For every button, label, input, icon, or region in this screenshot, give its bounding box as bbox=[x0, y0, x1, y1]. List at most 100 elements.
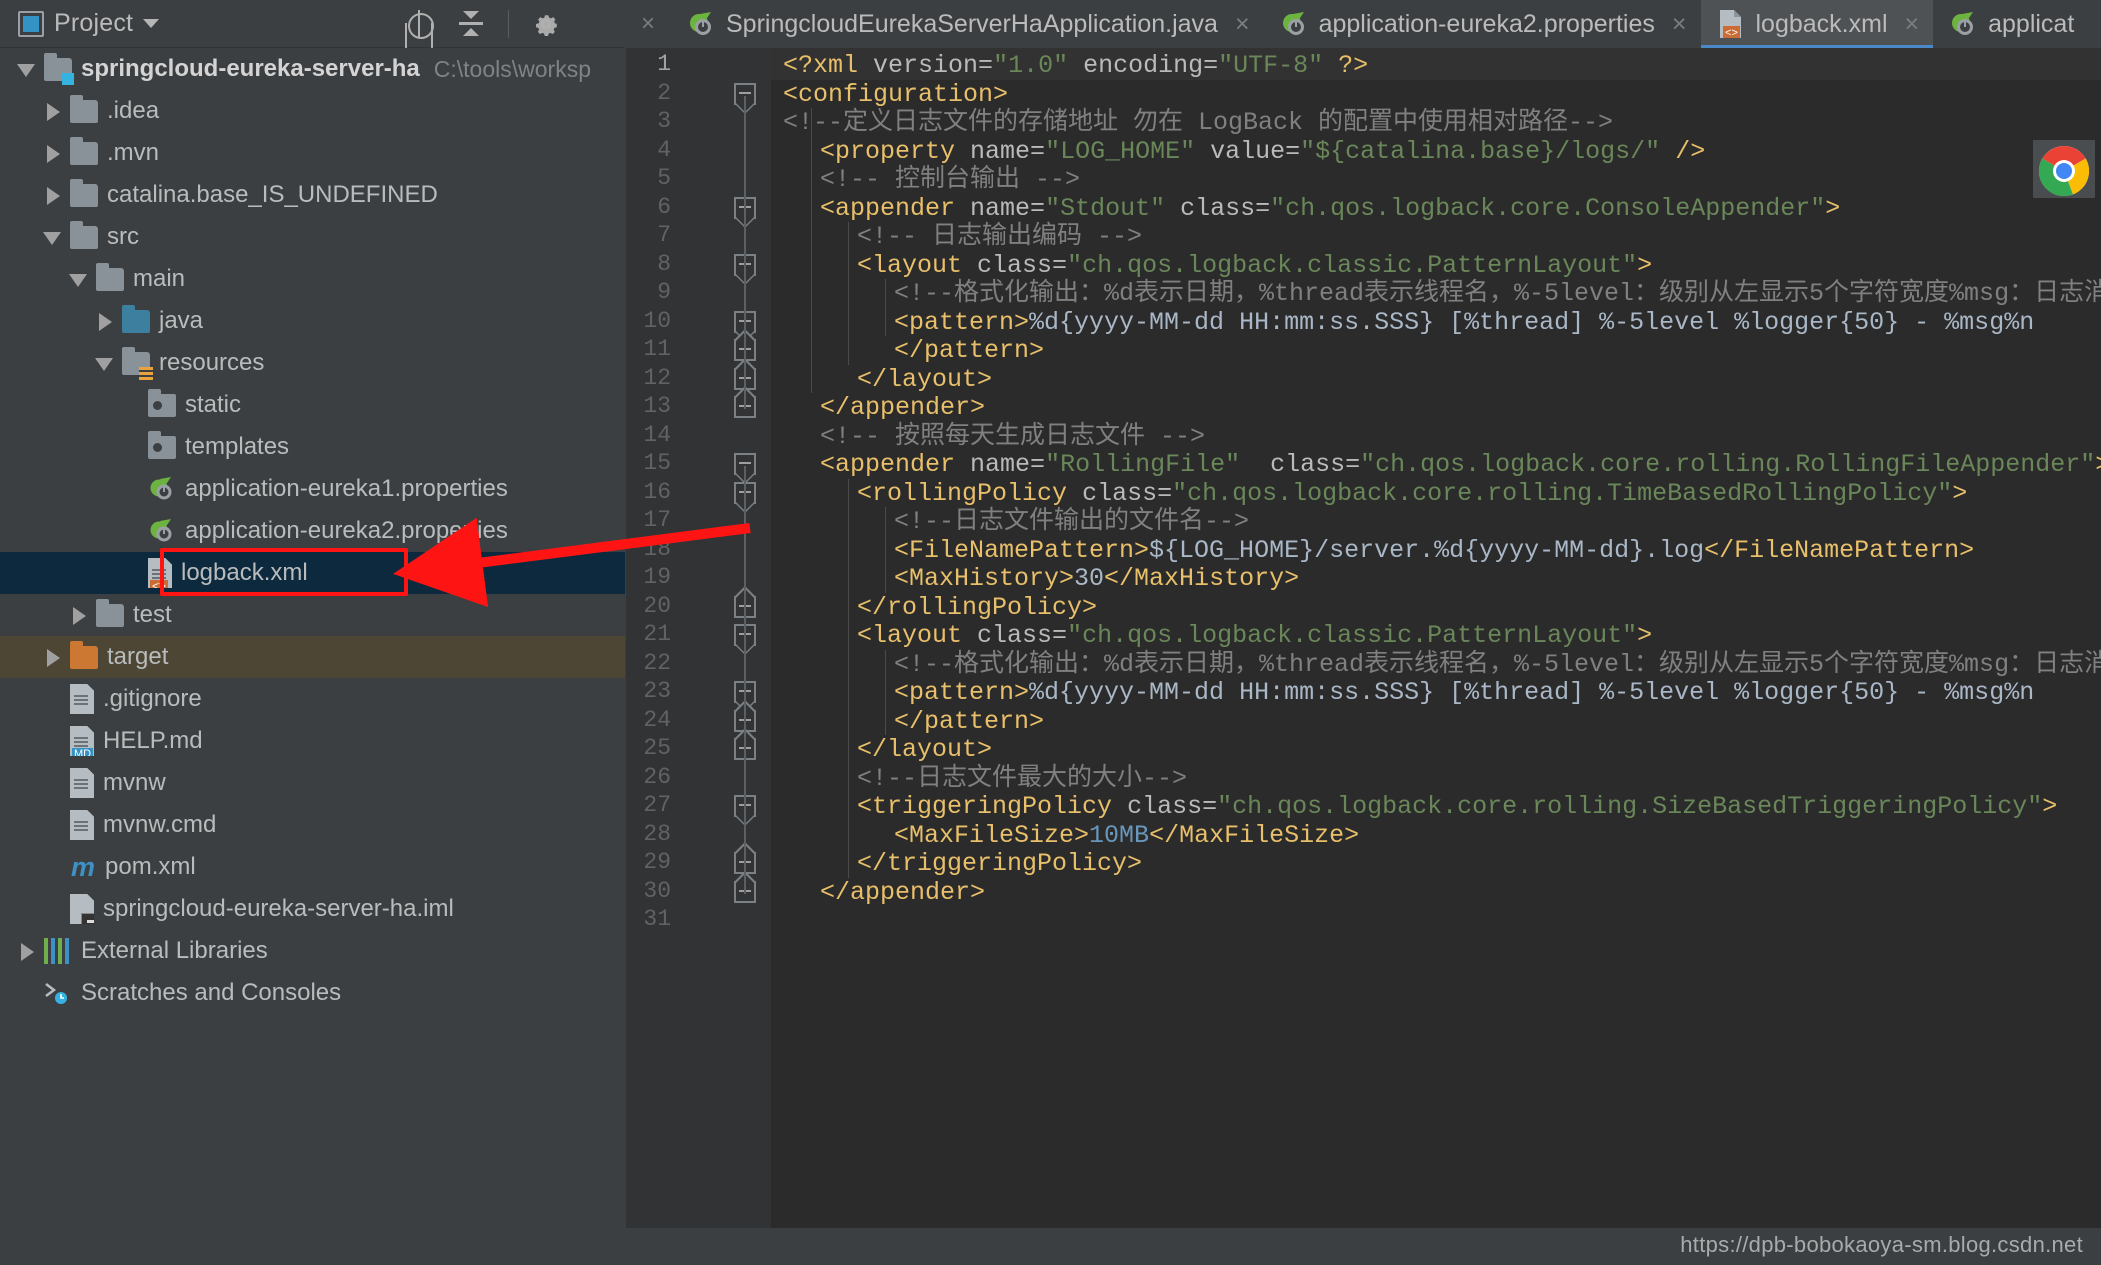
project-tree[interactable]: springcloud-eureka-server-ha C:\tools\wor… bbox=[0, 48, 625, 1265]
excluded-folder-icon bbox=[70, 640, 98, 669]
code-line[interactable]: </layout> bbox=[857, 365, 992, 394]
line-number: 14 bbox=[643, 421, 671, 448]
tree-item-application-eureka1-properties[interactable]: application-eureka1.properties bbox=[0, 468, 625, 510]
code-line[interactable]: <FileNamePattern>${LOG_HOME}/server.%d{y… bbox=[894, 536, 1974, 565]
code-line[interactable]: <!-- 控制台输出 --> bbox=[820, 166, 1080, 194]
tree-item-main[interactable]: main bbox=[0, 258, 625, 300]
tree-item-mvnw-cmd[interactable]: mvnw.cmd bbox=[0, 804, 625, 846]
editor-tab-logback-xml[interactable]: <> logback.xml × bbox=[1700, 0, 1934, 48]
watermark-url: https://dpb-bobokaoya-sm.blog.csdn.net bbox=[1680, 1232, 2083, 1257]
code-line[interactable]: <!--格式化输出：%d表示日期，%thread表示线程名，%-5level：级… bbox=[894, 650, 2101, 679]
code-line[interactable]: <appender name="RollingFile" class="ch.q… bbox=[820, 451, 2101, 479]
tree-item-icon bbox=[148, 430, 176, 459]
chevron-down-icon[interactable] bbox=[66, 266, 92, 292]
code-line[interactable]: <property name="LOG_HOME" value="${catal… bbox=[820, 137, 1705, 166]
text-file-icon bbox=[70, 810, 94, 840]
tree-item-springcloud-eureka-server-ha[interactable]: springcloud-eureka-server-ha C:\tools\wor… bbox=[0, 48, 625, 90]
tree-item-external-libraries[interactable]: External Libraries bbox=[0, 930, 625, 972]
chevron-right-icon[interactable] bbox=[14, 938, 40, 964]
close-icon[interactable]: × bbox=[1905, 10, 1920, 39]
editor-tab-applicat[interactable]: applicat bbox=[1933, 0, 2089, 48]
code-editor[interactable]: 1 2 3 4 5 6 7 8 9 10 11 12 13 14 15 16 17 18 19 20 21 22 23 24 2… bbox=[626, 48, 2101, 1228]
close-icon[interactable]: × bbox=[1235, 10, 1250, 39]
tree-item-java[interactable]: java bbox=[0, 300, 625, 342]
code-line[interactable]: <pattern>%d{yyyy-MM-dd HH:mm:ss.SSS} [%t… bbox=[894, 679, 2034, 707]
code-line[interactable]: <MaxHistory>30</MaxHistory> bbox=[894, 565, 1299, 593]
tree-item-idea[interactable]: .idea bbox=[0, 90, 625, 132]
code-line[interactable]: </triggeringPolicy> bbox=[857, 850, 1142, 878]
chrome-browser-icon[interactable] bbox=[2025, 120, 2101, 202]
code-content[interactable]: <?xml version="1.0" encoding="UTF-8" ?> <… bbox=[771, 48, 2101, 1228]
project-panel-title-group[interactable]: Project bbox=[0, 9, 160, 38]
code-line[interactable]: <!--日志文件最大的大小--> bbox=[857, 764, 1187, 793]
chevron-right-icon[interactable] bbox=[40, 644, 66, 670]
indent-guide bbox=[885, 507, 886, 593]
tree-item-icon bbox=[70, 684, 94, 714]
close-icon[interactable]: × bbox=[1672, 10, 1687, 39]
chevron-down-icon[interactable] bbox=[14, 56, 40, 82]
code-line[interactable]: <?xml version="1.0" encoding="UTF-8" ?> bbox=[783, 52, 1368, 80]
code-line[interactable]: </rollingPolicy> bbox=[857, 593, 1097, 622]
tree-item-label: Scratches and Consoles bbox=[81, 979, 342, 1006]
tree-item-target[interactable]: target bbox=[0, 636, 625, 678]
code-line[interactable]: <layout class="ch.qos.logback.classic.Pa… bbox=[857, 622, 1652, 650]
code-line[interactable]: <appender name="Stdout" class="ch.qos.lo… bbox=[820, 194, 1840, 223]
code-line[interactable]: <triggeringPolicy class="ch.qos.logback.… bbox=[857, 793, 2057, 821]
code-line[interactable]: <configuration> bbox=[783, 80, 1008, 109]
chevron-down-icon[interactable] bbox=[143, 19, 160, 28]
line-number: 29 bbox=[643, 849, 671, 875]
minimize-icon[interactable] bbox=[583, 9, 613, 39]
line-number: 3 bbox=[657, 108, 671, 134]
code-line[interactable]: </layout> bbox=[857, 736, 992, 764]
tree-item-catalina-base-is-undefined[interactable]: catalina.base_IS_UNDEFINED bbox=[0, 174, 625, 216]
editor-gutter[interactable]: 1 2 3 4 5 6 7 8 9 10 11 12 13 14 15 16 17 18 19 20 21 22 23 24 2… bbox=[626, 48, 771, 1228]
collapse-all-icon[interactable] bbox=[456, 9, 486, 39]
tree-item-src[interactable]: src bbox=[0, 216, 625, 258]
tree-item-springcloud-eureka-server-ha-iml[interactable]: springcloud-eureka-server-ha.iml bbox=[0, 888, 625, 930]
gear-icon[interactable] bbox=[531, 9, 561, 39]
spring-properties-icon bbox=[148, 475, 176, 503]
tree-item-icon bbox=[148, 517, 176, 545]
tree-item-logback-xml[interactable]: <> logback.xml bbox=[0, 552, 625, 594]
tree-item-application-eureka2-properties[interactable]: application-eureka2.properties bbox=[0, 510, 625, 552]
close-icon[interactable]: × bbox=[625, 0, 671, 48]
chevron-right-icon[interactable] bbox=[40, 140, 66, 166]
code-line[interactable]: <!--日志文件输出的文件名--> bbox=[894, 508, 1249, 536]
chevron-down-icon[interactable] bbox=[92, 350, 118, 376]
code-line[interactable]: <MaxFileSize>10MB</MaxFileSize> bbox=[894, 821, 1359, 850]
code-line[interactable]: <layout class="ch.qos.logback.classic.Pa… bbox=[857, 251, 1652, 280]
chevron-right-icon[interactable] bbox=[92, 308, 118, 334]
tree-item-templates[interactable]: templates bbox=[0, 426, 625, 468]
chevron-right-icon[interactable] bbox=[40, 98, 66, 124]
code-line[interactable]: </appender> bbox=[820, 394, 985, 422]
chevron-right-icon[interactable] bbox=[66, 602, 92, 628]
code-line[interactable]: <rollingPolicy class="ch.qos.logback.cor… bbox=[857, 479, 1967, 508]
chevron-right-icon[interactable] bbox=[40, 182, 66, 208]
tree-item-resources[interactable]: resources bbox=[0, 342, 625, 384]
tree-item-mvn[interactable]: .mvn bbox=[0, 132, 625, 174]
editor-tab-springcloudeurekaserverhaapplication-java[interactable]: SpringcloudEurekaServerHaApplication.jav… bbox=[671, 0, 1264, 48]
tree-item-mvnw[interactable]: mvnw bbox=[0, 762, 625, 804]
tree-item-gitignore[interactable]: .gitignore bbox=[0, 678, 625, 720]
code-line[interactable]: <!--定义日志文件的存储地址 勿在 LogBack 的配置中使用相对路径--> bbox=[783, 109, 1613, 137]
line-number: 10 bbox=[643, 307, 671, 334]
code-line[interactable]: </pattern> bbox=[894, 337, 1044, 365]
tree-item-help-md[interactable]: MD HELP.md bbox=[0, 720, 625, 762]
markdown-file-icon: MD bbox=[70, 726, 94, 756]
tree-item-scratches-and-consoles[interactable]: Scratches and Consoles bbox=[0, 972, 625, 1014]
code-line[interactable]: <pattern>%d{yyyy-MM-dd HH:mm:ss.SSS} [%t… bbox=[894, 308, 2034, 337]
code-line[interactable]: </appender> bbox=[820, 878, 985, 907]
locate-target-icon[interactable] bbox=[404, 9, 434, 39]
tree-item-test[interactable]: test bbox=[0, 594, 625, 636]
chevron-down-icon[interactable] bbox=[40, 224, 66, 250]
tree-item-pom-xml[interactable]: m pom.xml bbox=[0, 846, 625, 888]
editor-tab-application-eureka2-properties[interactable]: application-eureka2.properties × bbox=[1263, 0, 1701, 48]
code-line[interactable]: </pattern> bbox=[894, 707, 1044, 736]
code-line[interactable]: <!-- 日志输出编码 --> bbox=[857, 223, 1142, 251]
code-line[interactable]: <!--格式化输出：%d表示日期，%thread表示线程名，%-5level：级… bbox=[894, 280, 2101, 308]
tree-item-icon bbox=[70, 94, 98, 123]
code-line[interactable]: <!-- 按照每天生成日志文件 --> bbox=[820, 422, 1205, 451]
tree-item-static[interactable]: static bbox=[0, 384, 625, 426]
fold-column[interactable] bbox=[730, 48, 760, 1228]
